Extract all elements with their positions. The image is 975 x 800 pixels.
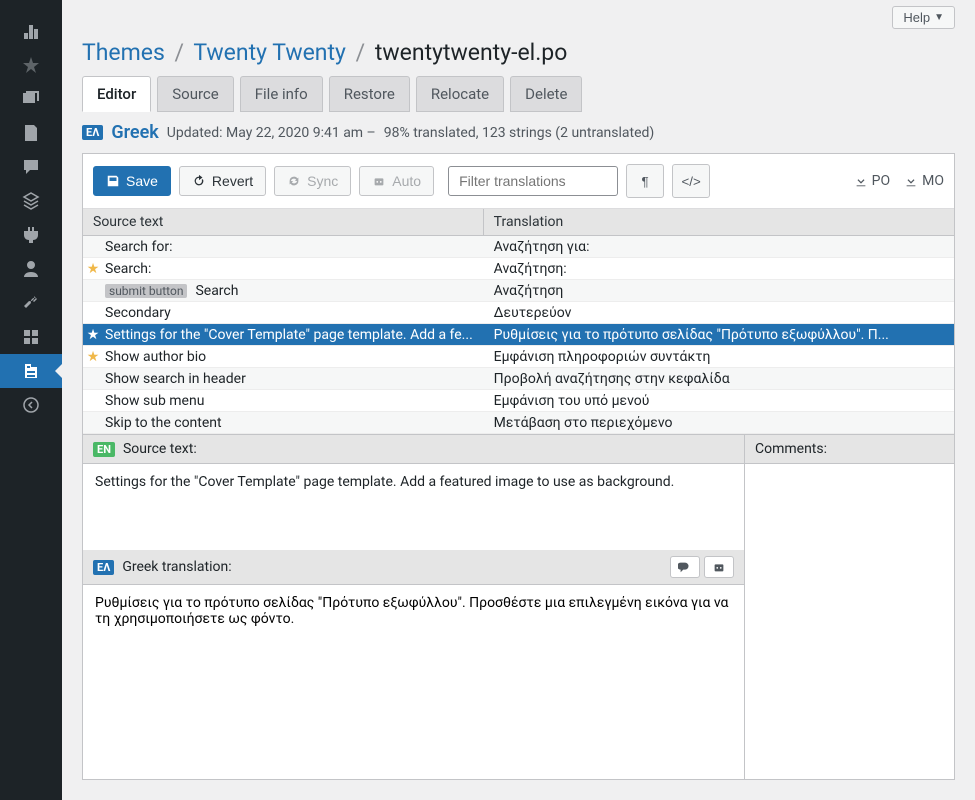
translation-textarea[interactable] — [95, 595, 732, 769]
table-row[interactable]: Search for: Αναζήτηση για: — [83, 236, 954, 258]
sidebar-pages[interactable] — [0, 116, 62, 150]
sync-button[interactable]: Sync — [274, 166, 351, 196]
toolbar: Save Revert Sync Auto ¶ </> — [83, 154, 954, 209]
download-icon — [904, 174, 918, 188]
translation-header: ΕΛ Greek translation: — [83, 550, 744, 585]
lang-name: Greek — [111, 122, 158, 143]
row-source: Show author bio — [105, 349, 206, 365]
chevron-down-icon: ▼ — [934, 12, 944, 23]
table-row[interactable]: ★Show author bio Εμφάνιση πληροφοριών συν… — [83, 346, 954, 368]
help-label: Help — [903, 10, 930, 25]
help-button[interactable]: Help ▼ — [892, 6, 955, 29]
translation-rows: Search for:Αναζήτηση για:★Search:Αναζήτη… — [83, 236, 954, 434]
sidebar-collapse[interactable] — [0, 388, 62, 422]
tabs: Editor Source File info Restore Relocate… — [82, 76, 955, 112]
row-translation: Αναζήτηση για: — [484, 237, 954, 257]
row-translation: Δευτερεύον — [484, 303, 954, 323]
col-source: Source text — [83, 209, 484, 235]
tab-editor[interactable]: Editor — [82, 76, 151, 112]
lang-badge: ΕΛ — [82, 125, 103, 140]
table-header: Source text Translation — [83, 209, 954, 236]
sidebar-plugins[interactable] — [0, 218, 62, 252]
row-translation: Εμφάνιση του υπό μενού — [484, 391, 954, 411]
download-mo[interactable]: MO — [904, 173, 944, 189]
row-translation: Μετάβαση στο περιεχόμενο — [484, 413, 954, 433]
breadcrumb-theme[interactable]: Twenty Twenty — [193, 39, 346, 66]
updated-text: Updated: May 22, 2020 9:41 am – — [167, 125, 376, 141]
sidebar-media[interactable] — [0, 82, 62, 116]
row-source: Settings for the "Cover Template" page t… — [105, 327, 473, 343]
source-text: Settings for the "Cover Template" page t… — [83, 464, 744, 550]
source-header: EN Source text: — [83, 435, 744, 464]
row-translation: Εμφάνιση πληροφοριών συντάκτη — [484, 347, 954, 367]
en-badge: EN — [93, 442, 115, 457]
row-translation: Αναζήτηση — [484, 281, 954, 301]
row-translation: Ρυθμίσεις για το πρότυπο σελίδας "Πρότυπ… — [484, 325, 954, 345]
sidebar-dashboard[interactable] — [0, 14, 62, 48]
comments-label: Comments: — [755, 441, 827, 457]
revert-button[interactable]: Revert — [179, 166, 266, 196]
row-source: Show sub menu — [105, 393, 204, 409]
col-translation: Translation — [484, 209, 954, 235]
star-icon: ★ — [85, 327, 101, 343]
row-source: Search: — [105, 261, 151, 277]
translation-label: Greek translation: — [122, 559, 231, 575]
sidebar-comments[interactable] — [0, 150, 62, 184]
table-row[interactable]: Skip to the content Μετάβαση στο περιεχόμ… — [83, 412, 954, 434]
code-button[interactable]: </> — [672, 164, 710, 198]
table-row[interactable]: Show search in header Προβολή αναζήτησης … — [83, 368, 954, 390]
save-icon — [106, 174, 120, 188]
row-source: Skip to the content — [105, 415, 222, 431]
download-po[interactable]: PO — [854, 173, 890, 189]
sidebar-loco[interactable] — [0, 354, 62, 388]
admin-sidebar — [0, 0, 62, 800]
table-row[interactable]: ★Settings for the "Cover Template" page … — [83, 324, 954, 346]
revert-icon — [192, 174, 206, 188]
robot-button[interactable] — [704, 556, 734, 578]
row-source: Secondary — [105, 305, 171, 321]
pilcrow-button[interactable]: ¶ — [626, 164, 664, 198]
comments-body[interactable] — [745, 464, 954, 484]
auto-button[interactable]: Auto — [359, 166, 434, 196]
el-badge: ΕΛ — [93, 560, 114, 575]
sync-icon — [287, 174, 301, 188]
table-row[interactable]: Secondary Δευτερεύον — [83, 302, 954, 324]
source-label: Source text: — [123, 441, 197, 457]
stats-text: 98% translated, 123 strings (2 untransla… — [384, 125, 655, 141]
tab-restore[interactable]: Restore — [329, 76, 410, 112]
table-row[interactable]: submit button Search Αναζήτηση — [83, 280, 954, 302]
breadcrumb-themes[interactable]: Themes — [82, 39, 165, 66]
context-tag: submit button — [105, 284, 187, 298]
save-button[interactable]: Save — [93, 166, 171, 196]
table-row[interactable]: ★Search: Αναζήτηση: — [83, 258, 954, 280]
download-icon — [854, 174, 868, 188]
row-source: Search for: — [105, 239, 172, 255]
row-source: Show search in header — [105, 371, 246, 387]
breadcrumb: Themes / Twenty Twenty / twentytwenty-el… — [82, 39, 955, 66]
sidebar-pin[interactable] — [0, 48, 62, 82]
table-row[interactable]: Show sub menu Εμφάνιση του υπό μενού — [83, 390, 954, 412]
suggest-button[interactable] — [670, 556, 700, 578]
tab-delete[interactable]: Delete — [510, 76, 582, 112]
row-source: Search — [195, 283, 238, 299]
breadcrumb-file: twentytwenty-el.po — [375, 39, 567, 66]
row-translation: Αναζήτηση: — [484, 259, 954, 279]
auto-icon — [372, 174, 386, 188]
sidebar-appearance[interactable] — [0, 184, 62, 218]
tab-fileinfo[interactable]: File info — [240, 76, 323, 112]
sidebar-tools[interactable] — [0, 286, 62, 320]
tab-source[interactable]: Source — [157, 76, 233, 112]
star-icon: ★ — [85, 261, 101, 277]
star-icon: ★ — [85, 349, 101, 365]
sidebar-users[interactable] — [0, 252, 62, 286]
comments-header: Comments: — [745, 435, 954, 464]
tab-relocate[interactable]: Relocate — [416, 76, 504, 112]
meta-row: ΕΛ Greek Updated: May 22, 2020 9:41 am –… — [82, 122, 955, 143]
filter-input[interactable] — [448, 166, 618, 196]
sidebar-settings[interactable] — [0, 320, 62, 354]
row-translation: Προβολή αναζήτησης στην κεφαλίδα — [484, 369, 954, 389]
